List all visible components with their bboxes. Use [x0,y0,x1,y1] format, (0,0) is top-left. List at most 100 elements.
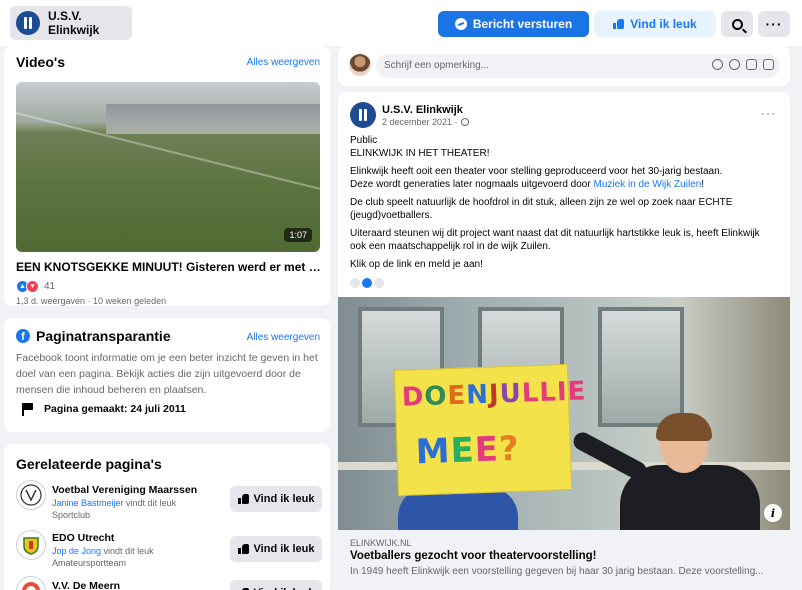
post-paragraph-1: Elinkwijk heeft ooit een theater voor st… [350,165,775,191]
video-meta: 1,3 d. weergaven · 10 weken geleden [16,296,167,306]
related-page-category: Sportclub [52,510,91,520]
page-switcher[interactable]: U.S.V. Elinkwijk [10,6,132,40]
link-description: In 1949 heeft Elinkwijk een voorstelling… [350,566,764,577]
poster-letter: L [521,378,540,409]
video-reactions[interactable]: ▲ ♥ 41 [16,280,55,293]
post-toggle[interactable] [350,278,384,288]
video-thumbnail[interactable]: 1:07 [16,82,320,252]
love-reaction-icon: ♥ [26,280,39,293]
comment-tools [712,59,774,70]
related-like-button[interactable]: Vind ik leuk [230,580,322,590]
poster-letter: E [567,376,587,408]
post-options-button[interactable]: ··· [761,106,776,120]
poster-letter: O [423,381,449,413]
video-stand [106,104,320,134]
page-created-date: Pagina gemaakt: 24 juli 2011 [44,403,186,415]
poster-letter: U [499,378,523,410]
liker-suffix: vindt dit leuk [101,546,154,556]
send-message-label: Bericht versturen [472,17,573,31]
comment-card: Schrijf een opmerking... [338,46,790,86]
comment-input[interactable]: Schrijf een opmerking... [376,54,780,78]
transparency-see-all-link[interactable]: Alles weergeven [247,332,320,343]
transparency-description: Facebook toont informatie om je een bete… [16,352,318,396]
related-page-name[interactable]: V.V. De Meern [52,580,120,590]
child-hair [656,413,712,441]
globe-icon [460,118,469,126]
crest-icon [22,582,40,590]
poster-letter: E [474,429,500,471]
video-title[interactable]: EEN KNOTSGEKKE MINUUT! Gisteren werd er … [16,260,322,274]
send-message-button[interactable]: Bericht versturen [438,11,589,37]
related-page-logo-icon[interactable] [16,480,46,510]
crest-icon [20,484,42,506]
related-like-button[interactable]: Vind ik leuk [230,486,322,512]
more-options-button[interactable]: ··· [758,11,790,37]
photo-poster: DOENJULLIE MEE? [393,364,587,496]
reaction-count: 41 [44,281,56,292]
comment-placeholder: Schrijf een opmerking... [384,60,490,71]
search-button[interactable] [721,11,753,37]
post-p1b: Deze wordt generaties later nogmaals uit… [350,179,594,190]
related-page-liker: Janine Bastmeijer vindt dit leuk [52,498,176,508]
gif-icon[interactable] [746,59,757,70]
liker-name[interactable]: Jop de Jong [52,546,101,556]
photo-child-right [570,413,760,530]
transparency-title: Paginatransparantie [36,328,171,344]
related-like-button[interactable]: Vind ik leuk [230,536,322,562]
post-photo[interactable]: DOENJULLIE MEE? i [338,297,790,530]
post-author[interactable]: U.S.V. Elinkwijk [382,104,463,116]
poster-letter: E [449,430,476,472]
thumbs-up-icon [237,494,249,504]
post-paragraph-4: Klik op de link en meld je aan! [350,259,483,270]
related-like-label: Vind ik leuk [253,493,315,505]
avatar[interactable] [349,54,371,76]
search-icon [731,18,743,30]
related-page-logo-icon[interactable] [16,530,46,560]
thumbs-up-icon [237,544,249,554]
related-page-logo-icon[interactable] [16,576,46,590]
toggle-dot [374,278,384,288]
flag-icon [20,402,34,416]
poster-letter: E [446,380,467,412]
related-like-label: Vind ik leuk [253,543,315,555]
emoji-icon[interactable] [712,59,723,70]
messenger-icon [454,18,467,30]
post-paragraph-3: Uiteraard steunen wij dit project want n… [350,228,760,252]
related-page-name[interactable]: EDO Utrecht [52,532,114,544]
related-page-category: Amateursportteam [52,558,127,568]
sticker-icon[interactable] [763,59,774,70]
poster-line-2: MEE? [415,429,520,473]
toggle-dot-active [362,278,372,288]
poster-line-1: DOENJULLIE [401,376,587,412]
liker-name[interactable]: Janine Bastmeijer [52,498,124,508]
crest-icon [23,537,39,555]
photo-window [598,307,684,427]
poster-letter: M [415,431,452,473]
facebook-icon: f [16,329,30,343]
videos-see-all-link[interactable]: Alles weergeven [247,57,320,68]
post-card: U.S.V. Elinkwijk 2 december 2021 · ··· P… [338,92,790,590]
page-name: U.S.V. Elinkwijk [48,9,100,37]
club-logo-icon [16,11,40,35]
related-pages-card: Gerelateerde pagina's Voetbal Vereniging… [4,444,330,590]
top-bar: U.S.V. Elinkwijk Bericht versturen Vind … [0,0,802,46]
camera-icon[interactable] [729,59,740,70]
post-paragraph-2: De club speelt natuurlijk de hoofdrol in… [350,197,733,221]
post-p1c: ! [701,179,705,190]
post-author-logo-icon[interactable] [350,102,376,128]
related-page-name[interactable]: Voetbal Vereniging Maarssen [52,484,197,496]
link-preview[interactable]: ELINKWIJK.NL Voetballers gezocht voor th… [338,530,790,590]
transparency-card: f Paginatransparantie Alles weergeven Fa… [4,318,330,432]
post-link-muziek[interactable]: Muziek in de Wijk Zuilen [593,179,701,190]
videos-title: Video's [16,54,65,70]
post-date[interactable]: 2 december 2021 · [382,117,469,127]
poster-letter: ? [498,428,521,470]
videos-card: Video's Alles weergeven 1:07 EEN KNOTSGE… [4,46,330,306]
info-icon[interactable]: i [764,504,782,522]
like-page-button[interactable]: Vind ik leuk [594,11,716,37]
link-title: Voetballers gezocht voor theatervoorstel… [350,550,597,562]
toggle-dot [350,278,360,288]
related-pages-title: Gerelateerde pagina's [16,456,162,472]
link-domain: ELINKWIJK.NL [350,538,412,548]
poster-letter: D [401,382,425,413]
